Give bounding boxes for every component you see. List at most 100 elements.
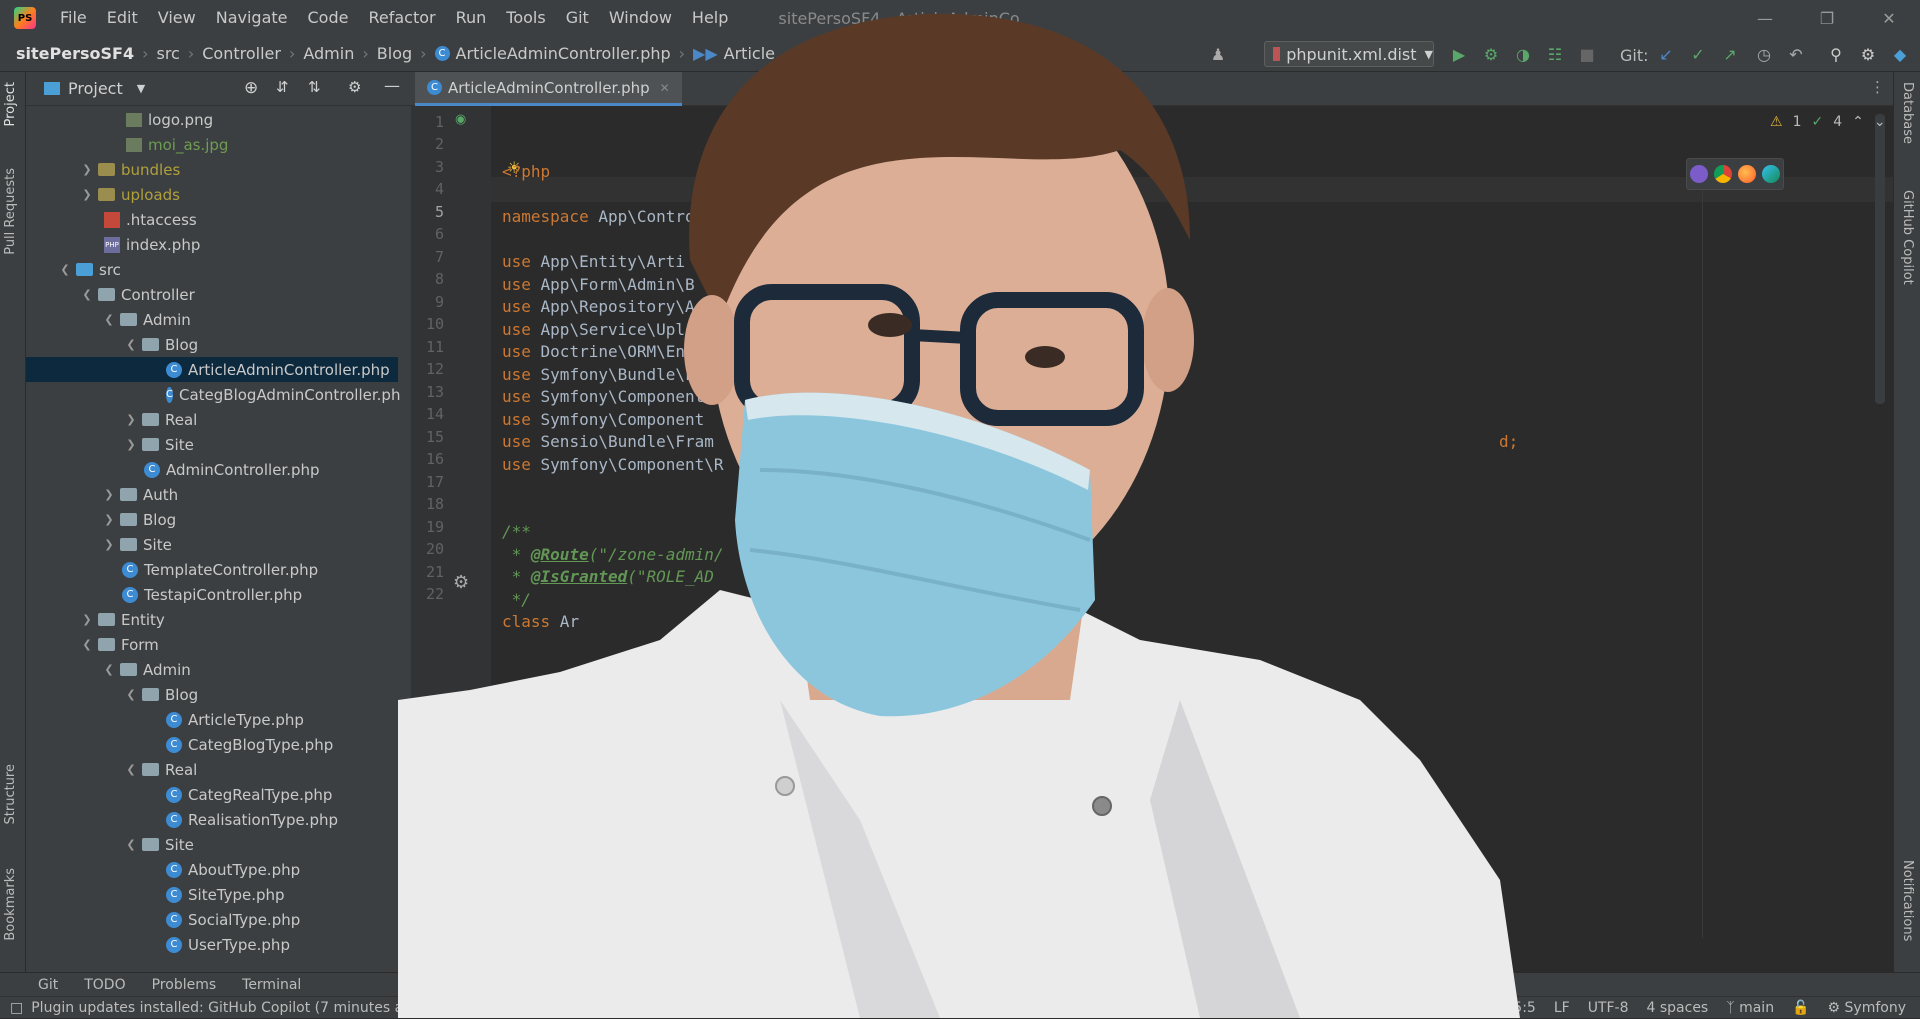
chevron-down-icon[interactable]: ❮: [102, 663, 116, 676]
chevron-down-icon[interactable]: ❮: [124, 688, 138, 701]
symfony-route-icon[interactable]: ⚙: [453, 572, 469, 593]
tab-git[interactable]: Git: [38, 977, 58, 993]
tree-item-file[interactable]: logo.png: [26, 107, 398, 132]
chevron-down-icon[interactable]: ▼: [137, 82, 145, 95]
run-configuration-select[interactable]: phpunit.xml.dist ▼: [1264, 41, 1434, 67]
tree-item-folder[interactable]: ❮ src: [26, 257, 398, 282]
tree-item-file[interactable]: C TestapiController.php: [26, 582, 398, 607]
tree-item-folder[interactable]: ❮ Admin: [26, 307, 398, 332]
tab-pull-requests[interactable]: Pull Requests: [3, 168, 18, 255]
breadcrumb-file[interactable]: ArticleAdminController.php: [456, 44, 671, 63]
tab-project[interactable]: Project: [3, 82, 18, 126]
menu-git[interactable]: Git: [556, 0, 599, 36]
settings-icon[interactable]: ⚙: [348, 78, 361, 96]
caret-position[interactable]: 5:5: [1513, 1000, 1536, 1016]
menu-window[interactable]: Window: [599, 0, 682, 36]
search-icon[interactable]: ⚲: [1826, 44, 1846, 64]
debug-icon[interactable]: ⚙: [1481, 44, 1501, 64]
tree-item-file[interactable]: C AboutType.php: [26, 857, 398, 882]
chevron-right-icon[interactable]: ❯: [102, 538, 116, 551]
tab-terminal[interactable]: Terminal: [242, 977, 301, 993]
tree-item-folder[interactable]: ❮ Form: [26, 632, 398, 657]
breadcrumb-class[interactable]: Article: [724, 44, 775, 63]
menu-run[interactable]: Run: [446, 0, 497, 36]
phpstorm-browser-icon[interactable]: [1690, 165, 1708, 183]
stop-icon[interactable]: ■: [1577, 44, 1597, 64]
edge-icon[interactable]: [1762, 165, 1780, 183]
more-options-icon[interactable]: ⋮: [1870, 78, 1885, 96]
editor-tab-active[interactable]: C ArticleAdminController.php ✕: [415, 72, 682, 106]
tab-bookmarks[interactable]: Bookmarks: [3, 868, 18, 941]
menu-navigate[interactable]: Navigate: [206, 0, 298, 36]
chevron-right-icon[interactable]: ❯: [102, 488, 116, 501]
chrome-icon[interactable]: [1714, 165, 1732, 183]
menu-help[interactable]: Help: [682, 0, 738, 36]
tree-item-file[interactable]: C CategRealType.php: [26, 782, 398, 807]
git-push-icon[interactable]: ↗: [1720, 44, 1740, 64]
git-update-icon[interactable]: ↙: [1656, 44, 1676, 64]
chevron-down-icon[interactable]: ❮: [102, 313, 116, 326]
tree-item-file[interactable]: C CategBlogType.php: [26, 732, 398, 757]
chevron-right-icon[interactable]: ❯: [102, 513, 116, 526]
git-branch[interactable]: ᛉ main: [1726, 1000, 1774, 1016]
tree-item-folder[interactable]: ❮ Admin: [26, 657, 398, 682]
menu-tools[interactable]: Tools: [496, 0, 555, 36]
menu-edit[interactable]: Edit: [97, 0, 148, 36]
tab-notifications[interactable]: Notifications: [1900, 860, 1915, 941]
breadcrumb-project[interactable]: sitePersoSF4: [16, 44, 134, 63]
chevron-right-icon[interactable]: ❯: [80, 613, 94, 626]
file-encoding[interactable]: UTF-8: [1588, 1000, 1629, 1016]
chevron-right-icon[interactable]: ❯: [80, 163, 94, 176]
tree-item-folder[interactable]: ❮ Site: [26, 832, 398, 857]
tree-item-folder[interactable]: ❮ Blog: [26, 682, 398, 707]
tree-item-folder[interactable]: ❮ Real: [26, 757, 398, 782]
firefox-icon[interactable]: [1738, 165, 1756, 183]
menu-view[interactable]: View: [148, 0, 206, 36]
indent-setting[interactable]: 4 spaces: [1647, 1000, 1709, 1016]
tab-todo[interactable]: TODO: [84, 977, 125, 993]
minimize-icon[interactable]: —: [1734, 0, 1796, 36]
chevron-down-icon[interactable]: ❮: [124, 838, 138, 851]
tree-item-file[interactable]: C UserType.php: [26, 932, 398, 957]
breadcrumb-src[interactable]: src: [156, 44, 179, 63]
menu-refactor[interactable]: Refactor: [358, 0, 445, 36]
expand-all-icon[interactable]: ⇵: [276, 78, 289, 96]
chevron-down-icon[interactable]: ❮: [58, 263, 72, 276]
menu-file[interactable]: File: [50, 0, 97, 36]
tree-item-file[interactable]: C RealisationType.php: [26, 807, 398, 832]
locate-icon[interactable]: ⊕: [244, 78, 258, 98]
history-icon[interactable]: ◷: [1754, 44, 1774, 64]
tree-item-file[interactable]: C TemplateController.php: [26, 557, 398, 582]
chevron-down-icon[interactable]: ❮: [124, 763, 138, 776]
tree-item-file[interactable]: C AdminController.php: [26, 457, 398, 482]
profile-icon[interactable]: ☷: [1545, 44, 1565, 64]
chevron-right-icon[interactable]: ❯: [124, 438, 138, 451]
line-separator[interactable]: LF: [1554, 1000, 1570, 1016]
gear-icon[interactable]: ⚙: [1858, 44, 1878, 64]
tree-item-folder[interactable]: ❯ bundles: [26, 157, 398, 182]
tab-database[interactable]: Database: [1900, 82, 1915, 144]
tree-item-file[interactable]: C ArticleType.php: [26, 707, 398, 732]
menu-code[interactable]: Code: [298, 0, 359, 36]
coverage-icon[interactable]: ◑: [1513, 44, 1533, 64]
tree-item-file[interactable]: PHP index.php: [26, 232, 398, 257]
tree-item-file[interactable]: moi_as.jpg: [26, 132, 398, 157]
chevron-down-icon[interactable]: ❮: [80, 288, 94, 301]
chevron-down-icon[interactable]: ⌄: [1874, 114, 1886, 130]
user-icon[interactable]: ♟: [1208, 44, 1228, 64]
breadcrumb-controller[interactable]: Controller: [202, 44, 281, 63]
tree-item-file[interactable]: .htaccess: [26, 207, 398, 232]
status-message[interactable]: Plugin updates installed: GitHub Copilot…: [31, 1000, 426, 1016]
tree-item-folder[interactable]: ❮ Blog: [26, 332, 398, 357]
tree-item-folder[interactable]: ❯ Site: [26, 532, 398, 557]
tree-item-file[interactable]: C CategBlogAdminController.ph: [26, 382, 400, 407]
breadcrumb-admin[interactable]: Admin: [303, 44, 354, 63]
framework-indicator[interactable]: ⚙ Symfony: [1828, 1000, 1906, 1016]
collapse-all-icon[interactable]: ⇅: [308, 78, 321, 96]
tree-item-folder[interactable]: ❯ Auth: [26, 482, 398, 507]
editor-scrollbar[interactable]: [1875, 114, 1885, 404]
tab-github-copilot[interactable]: GitHub Copilot: [1900, 190, 1915, 285]
tree-item-file[interactable]: C SiteType.php: [26, 882, 398, 907]
git-commit-icon[interactable]: ✓: [1688, 44, 1708, 64]
tree-item-folder[interactable]: ❮ Controller: [26, 282, 398, 307]
